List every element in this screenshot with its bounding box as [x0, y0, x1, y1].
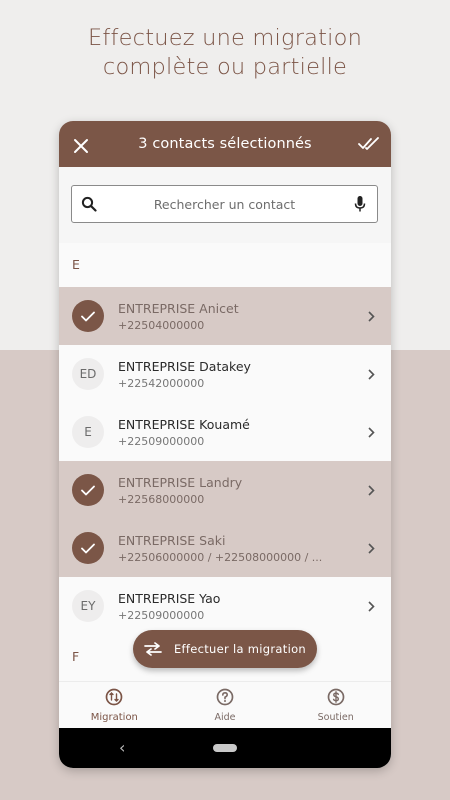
chevron-right-icon [351, 345, 391, 403]
nav-label: Migration [90, 712, 138, 723]
contact-phone: +22509000000 [118, 434, 205, 448]
chevron-right-icon [351, 403, 391, 461]
app-bar: 3 contacts sélectionnés [59, 121, 391, 167]
headline-line-2: complète ou partielle [102, 54, 348, 80]
contact-name: ENTREPRISE Landry [118, 474, 243, 490]
nav-label: Aide [214, 712, 236, 723]
double-check-icon[interactable] [347, 121, 391, 167]
nav-label: Soutien [317, 712, 354, 723]
search-input[interactable]: Rechercher un contact [71, 185, 378, 223]
selected-check-avatar [72, 300, 104, 332]
selection-count-title: 3 contacts sélectionnés [138, 136, 312, 152]
start-migration-button[interactable]: Effectuer la migration [133, 630, 317, 668]
contact-phone: +22542000000 [118, 376, 205, 390]
help-icon [216, 688, 234, 710]
system-navigation-bar: ‹ [59, 728, 391, 768]
close-icon[interactable] [59, 121, 103, 167]
system-back-icon[interactable]: ‹ [119, 738, 125, 757]
contact-row[interactable]: EY ENTREPRISE Yao +22509000000 [59, 577, 391, 635]
contact-row[interactable]: ENTREPRISE Landry +22568000000 [59, 461, 391, 519]
search-area: Rechercher un contact [59, 167, 391, 243]
chevron-right-icon [351, 287, 391, 345]
contact-name: ENTREPRISE Datakey [118, 358, 251, 374]
search-placeholder: Rechercher un contact [153, 196, 296, 212]
contact-phone: +22568000000 [118, 492, 205, 506]
selected-check-avatar [72, 532, 104, 564]
nav-item-migration[interactable]: Migration [59, 682, 170, 728]
search-icon [72, 186, 106, 222]
start-migration-label: Effectuer la migration [173, 642, 307, 656]
system-home-pill[interactable] [213, 744, 237, 752]
contact-name: ENTREPRISE Yao [118, 590, 221, 606]
headline: Effectuez une migration complète ou part… [0, 24, 450, 82]
contact-row[interactable]: E ENTREPRISE Kouamé +22509000000 [59, 403, 391, 461]
chevron-right-icon [351, 577, 391, 635]
nav-item-soutien[interactable]: Soutien [280, 682, 391, 728]
initials-avatar: E [72, 416, 104, 448]
contact-name: ENTREPRISE Saki [118, 532, 226, 548]
chevron-right-icon [351, 519, 391, 577]
initials-avatar: ED [72, 358, 104, 390]
migration-icon [105, 688, 123, 710]
headline-line-1: Effectuez une migration [87, 25, 363, 51]
bottom-navigation: Migration Aide Soutien [59, 681, 391, 728]
contact-phone: +22506000000 / +22508000000 / ... [118, 550, 323, 564]
contact-phone: +22509000000 [118, 608, 205, 622]
contact-name: ENTREPRISE Kouamé [118, 416, 250, 432]
contact-row[interactable]: ENTREPRISE Anicet +22504000000 [59, 287, 391, 345]
contact-row[interactable]: ENTREPRISE Saki +22506000000 / +22508000… [59, 519, 391, 577]
phone-frame: 3 contacts sélectionnés Rechercher un co… [59, 121, 391, 768]
contact-phone: +22504000000 [118, 318, 205, 332]
swap-arrows-icon [144, 639, 166, 659]
initials-avatar: EY [72, 590, 104, 622]
chevron-right-icon [351, 461, 391, 519]
section-header-e: E [59, 243, 391, 287]
selected-check-avatar [72, 474, 104, 506]
microphone-icon[interactable] [343, 186, 377, 222]
contact-row[interactable]: ED ENTREPRISE Datakey +22542000000 [59, 345, 391, 403]
nav-item-aide[interactable]: Aide [170, 682, 281, 728]
contact-name: ENTREPRISE Anicet [118, 300, 239, 316]
dollar-icon [327, 688, 345, 710]
